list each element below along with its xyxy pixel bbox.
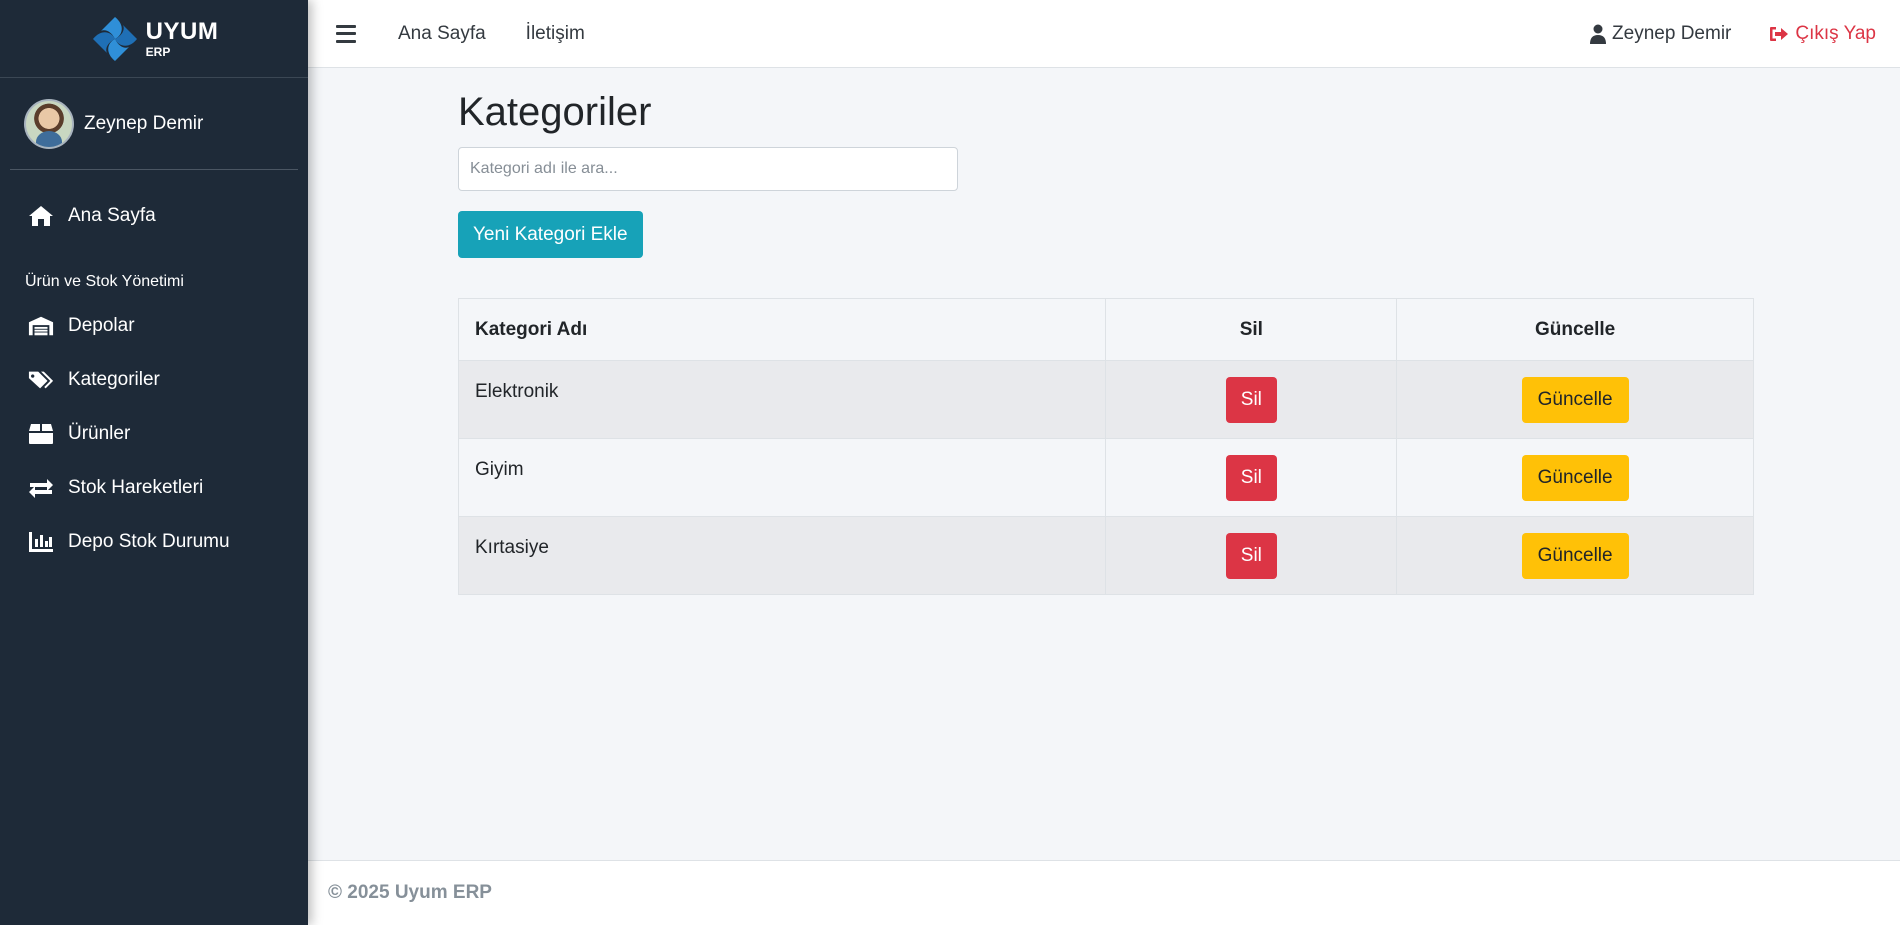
home-icon [28, 205, 54, 227]
sidebar-item-label: Depolar [68, 315, 135, 336]
brand-logo-icon [92, 16, 137, 61]
delete-button[interactable]: Sil [1225, 532, 1277, 579]
category-name: Elektronik [457, 360, 1107, 439]
main-content: Kategoriler Yeni Kategori Ekle Kategori … [457, 68, 1754, 595]
top-user-link[interactable]: Zeynep Demir [1590, 23, 1731, 45]
tags-icon [28, 369, 54, 391]
sidebar-item-depolar[interactable]: Depolar [0, 299, 308, 353]
update-button[interactable]: Güncelle [1521, 454, 1629, 501]
brand-sub: ERP [145, 44, 171, 59]
hamburger-menu-icon[interactable] [336, 24, 356, 43]
sidebar-section-header: Ürün ve Stok Yönetimi [25, 273, 184, 290]
logout-label: Çıkış Yap [1795, 23, 1876, 44]
table-header-row: Kategori Adı Sil Güncelle [457, 298, 1754, 361]
sidebar-item-ana-sayfa[interactable]: Ana Sayfa [0, 189, 308, 243]
table-row: Elektronik Sil Güncelle [457, 360, 1754, 439]
sidebar-item-label: Ana Sayfa [68, 205, 156, 226]
box-icon [28, 423, 54, 445]
footer-copyright: © 2025 Uyum ERP [328, 882, 492, 903]
categories-table: Kategori Adı Sil Güncelle Elektronik Sil… [457, 298, 1754, 595]
user-icon [1590, 24, 1607, 44]
exchange-icon [28, 477, 54, 499]
sidebar-item-label: Kategoriler [68, 369, 160, 390]
update-button[interactable]: Güncelle [1521, 376, 1629, 423]
column-header-delete: Sil [1105, 298, 1398, 361]
sidebar-item-urunler[interactable]: Ürünler [0, 407, 308, 461]
top-navbar: Ana Sayfa İletişim Zeynep Demir Çıkış Ya… [308, 0, 1900, 68]
sidebar: UYUM ERP Zeynep Demir Ana Sayfa Ürün ve … [0, 0, 308, 925]
warehouse-icon [28, 315, 54, 337]
avatar [24, 98, 74, 149]
column-header-update: Güncelle [1396, 298, 1754, 361]
footer: © 2025 Uyum ERP [308, 860, 1900, 925]
add-category-button[interactable]: Yeni Kategori Ekle [458, 211, 643, 258]
search-input[interactable] [458, 147, 958, 191]
top-link-iletisim[interactable]: İletişim [526, 23, 585, 45]
sign-out-icon [1770, 27, 1789, 41]
brand-name: UYUM [145, 17, 219, 45]
sidebar-nav: Ana Sayfa Ürün ve Stok Yönetimi Depolar … [0, 189, 308, 569]
update-button[interactable]: Güncelle [1521, 532, 1629, 579]
top-user-name: Zeynep Demir [1612, 23, 1732, 44]
sidebar-item-stok-hareketleri[interactable]: Stok Hareketleri [0, 461, 308, 515]
brand[interactable]: UYUM ERP [0, 0, 308, 78]
page-title: Kategoriler [458, 90, 652, 134]
table-row: Giyim Sil Güncelle [457, 438, 1754, 517]
top-link-ana-sayfa[interactable]: Ana Sayfa [398, 23, 486, 45]
sidebar-item-label: Depo Stok Durumu [68, 531, 230, 552]
sidebar-item-label: Ürünler [68, 423, 131, 444]
sidebar-user-panel[interactable]: Zeynep Demir [10, 78, 298, 170]
delete-button[interactable]: Sil [1225, 454, 1277, 501]
logout-link[interactable]: Çıkış Yap [1769, 23, 1876, 45]
category-name: Giyim [457, 438, 1107, 517]
sidebar-user-name: Zeynep Demir [84, 112, 204, 134]
column-header-name: Kategori Adı [457, 298, 1107, 361]
category-name: Kırtasiye [457, 516, 1107, 595]
sidebar-item-label: Stok Hareketleri [68, 477, 204, 498]
sidebar-item-depo-stok-durumu[interactable]: Depo Stok Durumu [0, 515, 308, 569]
sidebar-item-kategoriler[interactable]: Kategoriler [0, 353, 308, 407]
table-row: Kırtasiye Sil Güncelle [457, 516, 1754, 595]
delete-button[interactable]: Sil [1225, 376, 1277, 423]
bar-chart-icon [28, 531, 54, 553]
